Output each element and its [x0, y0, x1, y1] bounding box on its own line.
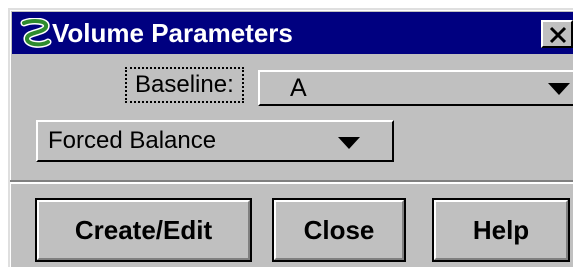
separator	[10, 180, 573, 184]
title-bar[interactable]: Volume Parameters	[12, 12, 573, 54]
green-s-logo-icon	[18, 17, 52, 50]
close-window-button[interactable]	[541, 20, 573, 48]
close-label: Close	[303, 214, 375, 245]
help-label: Help	[472, 214, 530, 245]
volume-parameters-dialog: Volume Parameters Baseline: A Forced Bal…	[8, 8, 573, 267]
dropdown-arrow-icon[interactable]	[548, 83, 570, 95]
help-button[interactable]: Help	[432, 198, 570, 262]
balance-mode-value: Forced Balance	[48, 127, 217, 154]
create-edit-label: Create/Edit	[74, 214, 213, 245]
close-icon	[549, 26, 567, 44]
window-title: Volume Parameters	[52, 18, 293, 48]
baseline-value: A	[290, 74, 307, 102]
create-edit-button[interactable]: Create/Edit	[35, 198, 252, 262]
baseline-dropdown[interactable]: A	[258, 70, 573, 106]
dropdown-arrow-icon[interactable]	[338, 137, 360, 149]
baseline-label: Baseline:	[125, 67, 244, 103]
balance-mode-dropdown[interactable]: Forced Balance	[36, 120, 394, 162]
close-button[interactable]: Close	[272, 198, 406, 262]
